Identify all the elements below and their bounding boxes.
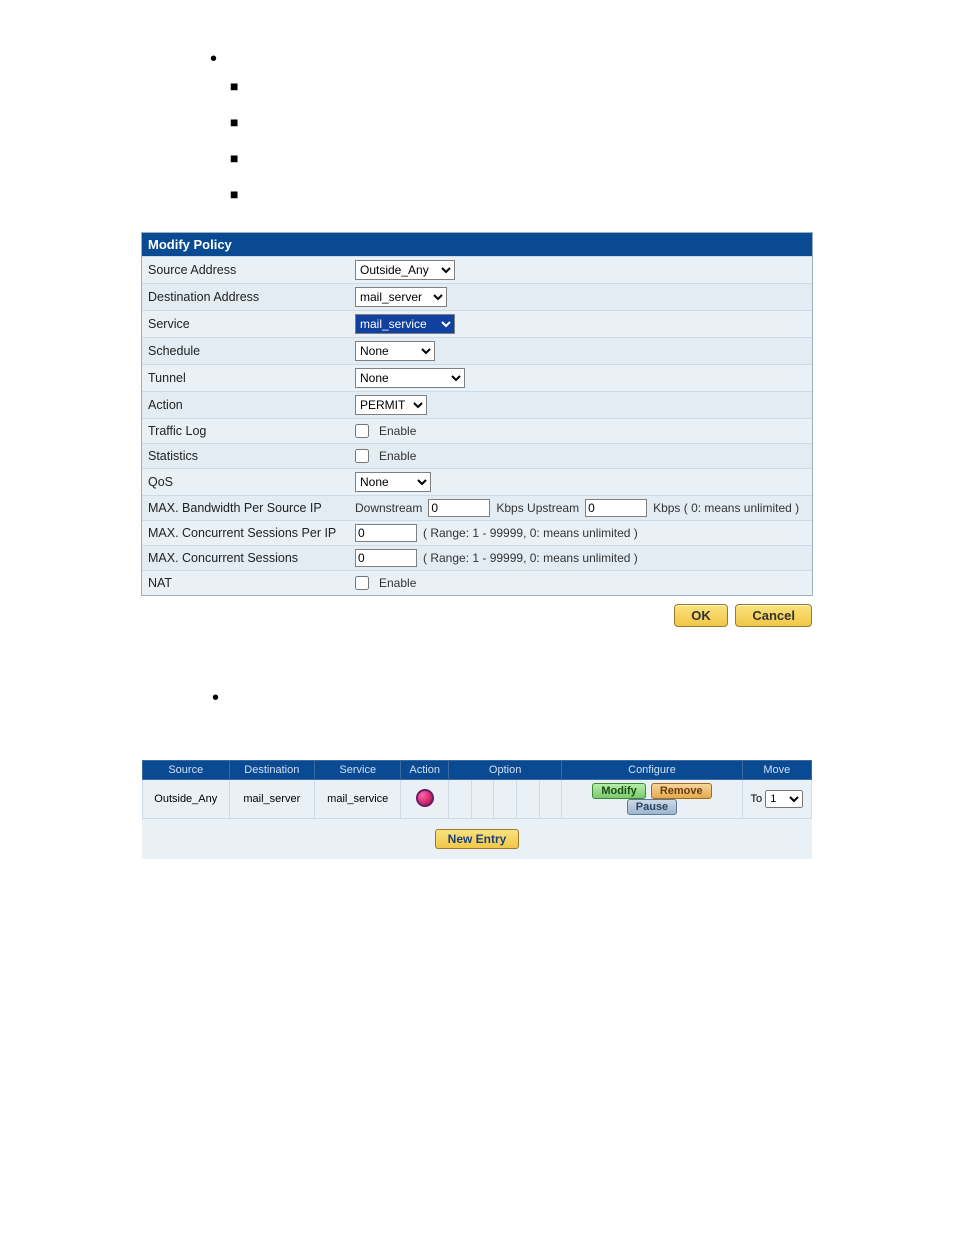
checkbox-traffic-log[interactable] <box>355 424 369 438</box>
label-action: Action <box>142 394 349 416</box>
remove-button[interactable]: Remove <box>651 783 712 799</box>
bullet-dot: • <box>212 687 219 709</box>
cell-destination: mail_server <box>229 780 315 819</box>
label-qos: QoS <box>142 471 349 493</box>
select-destination-address[interactable]: mail_server <box>355 287 447 307</box>
checkbox-statistics[interactable] <box>355 449 369 463</box>
th-configure: Configure <box>562 761 742 780</box>
label-schedule: Schedule <box>142 340 349 362</box>
th-source: Source <box>143 761 230 780</box>
enable-text: Enable <box>379 424 416 438</box>
label-max-sessions-per-ip: MAX. Concurrent Sessions Per IP <box>142 522 349 544</box>
cell-source: Outside_Any <box>143 780 230 819</box>
cell-option <box>494 780 517 819</box>
input-sessions[interactable] <box>355 549 417 567</box>
th-option: Option <box>448 761 561 780</box>
cell-move: To 1 <box>742 780 811 819</box>
upstream-label: Kbps Upstream <box>496 501 579 515</box>
select-action[interactable]: PERMIT <box>355 395 427 415</box>
bullet-square: ■ <box>230 114 238 130</box>
th-move: Move <box>742 761 811 780</box>
select-schedule[interactable]: None <box>355 341 435 361</box>
input-upstream[interactable] <box>585 499 647 517</box>
th-service: Service <box>315 761 401 780</box>
form-title: Modify Policy <box>142 233 812 256</box>
cancel-button[interactable]: Cancel <box>735 604 812 627</box>
table-row: Outside_Any mail_server mail_service Mod… <box>143 780 812 819</box>
label-destination-address: Destination Address <box>142 286 349 308</box>
label-tunnel: Tunnel <box>142 367 349 389</box>
modify-button[interactable]: Modify <box>592 783 645 799</box>
bullet-square: ■ <box>230 150 238 166</box>
enable-text: Enable <box>379 576 416 590</box>
label-max-sessions: MAX. Concurrent Sessions <box>142 547 349 569</box>
label-service: Service <box>142 313 349 335</box>
cell-action-icon <box>401 780 449 819</box>
label-max-bandwidth: MAX. Bandwidth Per Source IP <box>142 497 349 519</box>
select-move[interactable]: 1 <box>765 790 803 808</box>
bullet-dot: • <box>210 50 217 68</box>
input-downstream[interactable] <box>428 499 490 517</box>
label-nat: NAT <box>142 572 349 594</box>
bullet-square: ■ <box>230 186 238 202</box>
cell-option <box>516 780 539 819</box>
cell-option <box>448 780 471 819</box>
cell-configure: Modify Remove Pause <box>562 780 742 819</box>
label-statistics: Statistics <box>142 445 349 467</box>
select-qos[interactable]: None <box>355 472 431 492</box>
th-action: Action <box>401 761 449 780</box>
input-sessions-per-ip[interactable] <box>355 524 417 542</box>
enable-text: Enable <box>379 449 416 463</box>
select-source-address[interactable]: Outside_Any <box>355 260 455 280</box>
cell-option <box>471 780 494 819</box>
new-entry-button[interactable]: New Entry <box>435 829 520 849</box>
move-label: To <box>751 793 763 805</box>
cell-service: mail_service <box>315 780 401 819</box>
permit-icon <box>416 789 434 807</box>
label-source-address: Source Address <box>142 259 349 281</box>
pause-button[interactable]: Pause <box>627 799 677 815</box>
th-destination: Destination <box>229 761 315 780</box>
ok-button[interactable]: OK <box>674 604 728 627</box>
checkbox-nat[interactable] <box>355 576 369 590</box>
bullet-square: ■ <box>230 78 238 94</box>
select-service[interactable]: mail_service <box>355 314 455 334</box>
sessions-hint: ( Range: 1 - 99999, 0: means unlimited ) <box>423 551 638 565</box>
downstream-label: Downstream <box>355 501 422 515</box>
modify-policy-form: Modify Policy Source Address Outside_Any… <box>141 232 813 596</box>
select-tunnel[interactable]: None <box>355 368 465 388</box>
bandwidth-suffix: Kbps ( 0: means unlimited ) <box>653 501 799 515</box>
policy-table: Source Destination Service Action Option… <box>142 760 812 819</box>
label-traffic-log: Traffic Log <box>142 420 349 442</box>
sessions-per-ip-hint: ( Range: 1 - 99999, 0: means unlimited ) <box>423 526 638 540</box>
cell-option <box>539 780 562 819</box>
